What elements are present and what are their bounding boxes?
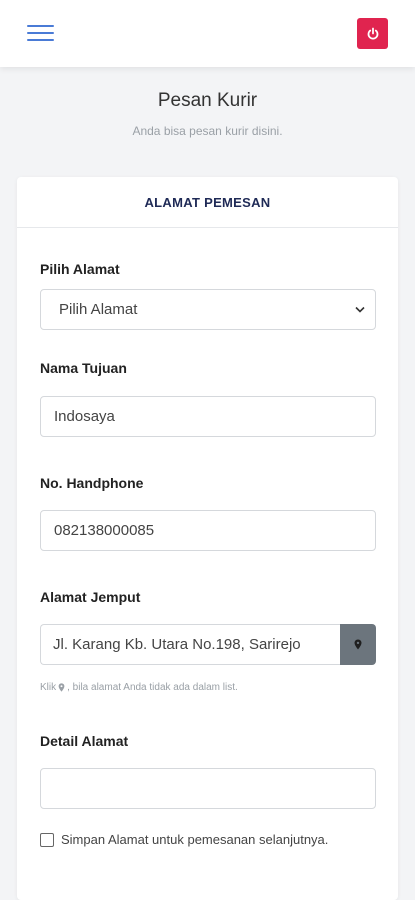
pilih-alamat-selected: Pilih Alamat <box>59 301 138 318</box>
order-address-card: ALAMAT PEMESAN Pilih Alamat Pilih Alamat… <box>17 177 398 900</box>
alamat-jemput-input[interactable]: Jl. Karang Kb. Utara No.198, Sarirejo <box>40 624 340 665</box>
page-title: Pesan Kurir <box>157 90 258 111</box>
page-subtitle: Anda bisa pesan kurir disini. <box>132 124 283 138</box>
map-pin-button[interactable] <box>340 624 376 665</box>
no-handphone-label: No. Handphone <box>40 475 144 491</box>
card-header: ALAMAT PEMESAN <box>17 177 398 228</box>
map-marker-icon <box>58 683 65 692</box>
alamat-hint: Klik , bila alamat Anda tidak ada dalam … <box>40 682 238 693</box>
nama-tujuan-label: Nama Tujuan <box>40 360 127 376</box>
detail-alamat-input[interactable] <box>40 768 376 809</box>
logout-button[interactable] <box>357 18 388 49</box>
alamat-jemput-group: Jl. Karang Kb. Utara No.198, Sarirejo <box>40 624 376 665</box>
pilih-alamat-label: Pilih Alamat <box>40 261 120 277</box>
nama-tujuan-input[interactable]: Indosaya <box>40 396 376 437</box>
map-marker-icon <box>354 639 362 650</box>
power-icon <box>367 27 378 39</box>
alamat-jemput-label: Alamat Jemput <box>40 589 141 605</box>
simpan-alamat-label: Simpan Alamat untuk pemesanan selanjutny… <box>61 832 329 847</box>
top-bar <box>0 0 415 67</box>
no-handphone-input[interactable]: 082138000085 <box>40 510 376 551</box>
chevron-down-icon <box>355 306 365 313</box>
simpan-alamat-checkbox[interactable] <box>40 832 54 847</box>
pilih-alamat-select[interactable]: Pilih Alamat <box>40 289 376 330</box>
hint-prefix: Klik <box>40 682 57 693</box>
hint-suffix: , bila alamat Anda tidak ada dalam list. <box>67 682 238 693</box>
hamburger-menu-icon[interactable] <box>27 24 54 42</box>
detail-alamat-label: Detail Alamat <box>40 733 129 749</box>
simpan-alamat-row: Simpan Alamat untuk pemesanan selanjutny… <box>40 832 328 847</box>
